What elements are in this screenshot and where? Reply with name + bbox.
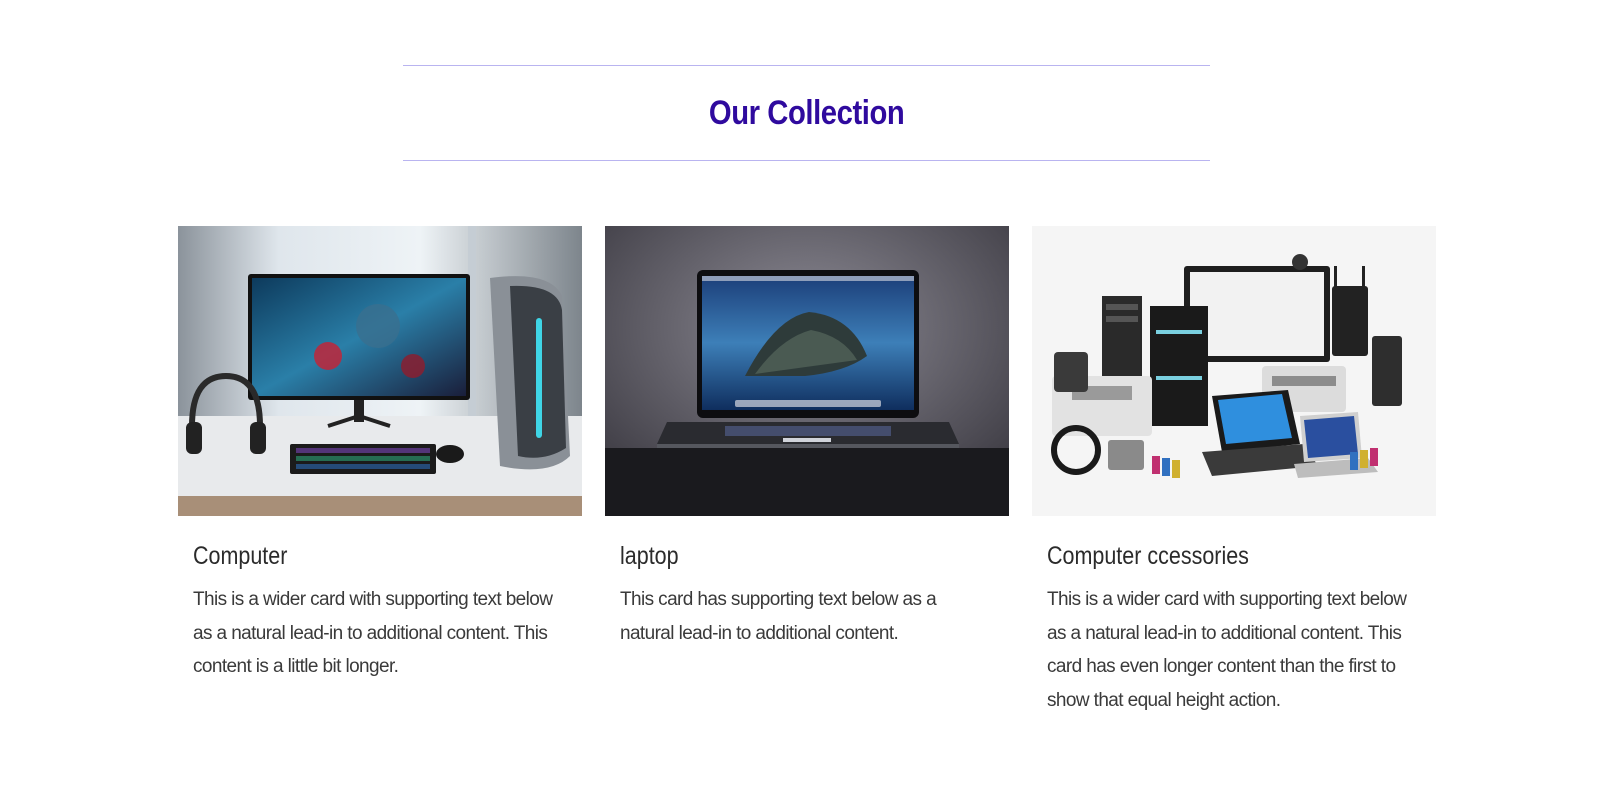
card-text: This card has supporting text below as a…	[620, 589, 937, 644]
card-laptop[interactable]: laptop This card has supporting text bel…	[605, 226, 1009, 717]
page: Our Collection Computer This is a wider …	[0, 0, 1600, 800]
card-title: laptop	[620, 542, 679, 570]
desktop-computer-image	[178, 226, 582, 516]
section-title: Our Collection	[708, 93, 905, 132]
card-computer[interactable]: Computer This is a wider card with suppo…	[178, 226, 582, 717]
card-text: This is a wider card with supporting tex…	[193, 589, 553, 677]
card-computer-accessories[interactable]: Computer ccessories This is a wider card…	[1032, 226, 1436, 717]
computer-accessories-image	[1032, 226, 1436, 516]
card-text: This is a wider card with supporting tex…	[1047, 589, 1407, 711]
card-body: laptop This card has supporting text bel…	[605, 516, 1009, 650]
card-body: Computer ccessories This is a wider card…	[1032, 516, 1436, 717]
card-title: Computer	[193, 542, 288, 570]
section-header: Our Collection	[403, 65, 1210, 161]
laptop-image	[605, 226, 1009, 516]
card-body: Computer This is a wider card with suppo…	[178, 516, 582, 684]
card-title: Computer ccessories	[1047, 542, 1249, 570]
card-grid: Computer This is a wider card with suppo…	[178, 226, 1436, 717]
